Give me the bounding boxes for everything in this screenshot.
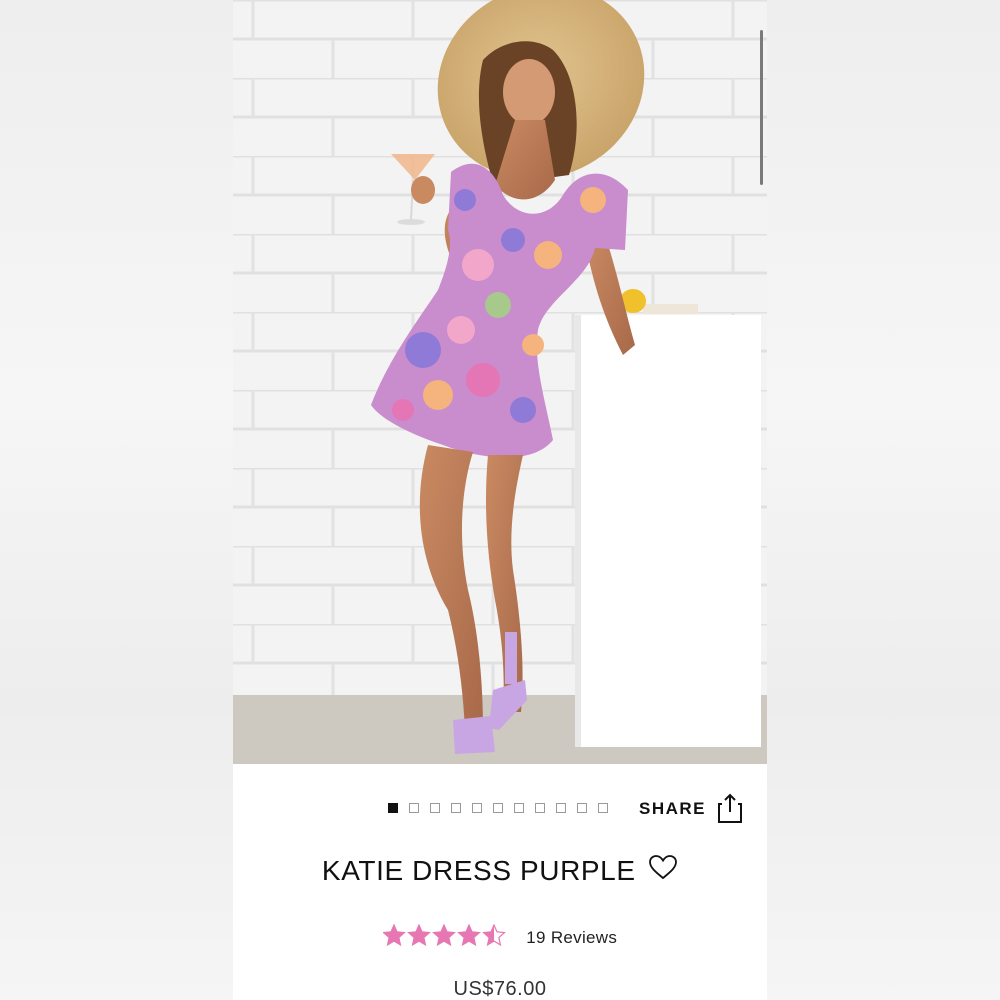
scroll-indicator[interactable] <box>760 30 763 185</box>
gallery-dot[interactable] <box>430 803 440 813</box>
gallery-dot[interactable] <box>535 803 545 813</box>
rating-stars <box>381 923 508 951</box>
gallery-dot[interactable] <box>493 803 503 813</box>
share-label[interactable]: SHARE <box>639 799 706 819</box>
gallery-dot[interactable] <box>451 803 461 813</box>
gallery-controls: SHARE <box>233 792 767 824</box>
gallery-dot[interactable] <box>598 803 608 813</box>
reviews-link[interactable]: 19 Reviews <box>526 928 617 948</box>
background-right <box>767 0 1000 1000</box>
product-title-row: KATIE DRESS PURPLE <box>233 854 767 887</box>
rating-row: 19 Reviews <box>233 923 767 951</box>
background-left <box>0 0 233 1000</box>
product-image[interactable] <box>233 0 767 764</box>
rating-star <box>381 923 406 947</box>
share-icon[interactable] <box>717 792 743 829</box>
product-title: KATIE DRESS PURPLE <box>321 855 636 886</box>
gallery-dot[interactable] <box>472 803 482 813</box>
product-price: US$76.00 <box>453 978 547 1000</box>
gallery-dot[interactable] <box>388 803 398 813</box>
gallery-dot[interactable] <box>409 803 419 813</box>
gallery-pagination[interactable] <box>388 803 608 813</box>
rating-star <box>456 923 481 947</box>
gallery-dot[interactable] <box>514 803 524 813</box>
heart-outline-icon[interactable] <box>648 854 678 885</box>
gallery-dot[interactable] <box>577 803 587 813</box>
product-page: SHARE KATIE DRESS PURPLE 19 Reviews US$7… <box>233 0 767 1000</box>
rating-star <box>481 923 506 947</box>
rating-star <box>406 923 431 947</box>
rating-star <box>431 923 456 947</box>
gallery-dot[interactable] <box>556 803 566 813</box>
product-photo <box>233 0 767 764</box>
